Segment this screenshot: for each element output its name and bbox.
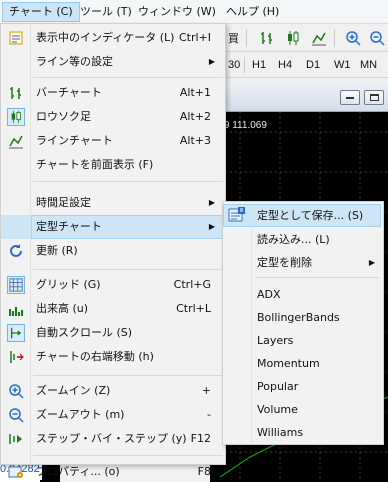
maximize-button[interactable]: [364, 90, 384, 105]
submenu-arrow-icon: ▶: [208, 222, 215, 231]
maximize-icon: [370, 94, 379, 101]
chart-shift-icon: [7, 348, 25, 366]
submenu-item-load-template[interactable]: 読み込み... (L): [223, 228, 383, 251]
menu-help[interactable]: ヘルプ (H): [220, 2, 285, 22]
chart-window-titlebar[interactable]: [210, 82, 388, 112]
menu-item-zoom-in[interactable]: ズームイン (Z) +: [1, 379, 225, 403]
timeframe-h4-button[interactable]: H4: [274, 55, 296, 75]
zoom-out-button[interactable]: [366, 27, 388, 49]
bar-chart-icon: [7, 84, 25, 102]
candlestick-button[interactable]: [282, 27, 304, 49]
timeframe-h1-button[interactable]: H1: [248, 55, 270, 75]
submenu-item-template[interactable]: ADX: [223, 283, 383, 306]
menu-chart[interactable]: チャート (C): [2, 2, 80, 22]
timeframe-separator: [244, 57, 245, 73]
minimize-button[interactable]: [340, 90, 360, 105]
timeframe-m30-button[interactable]: 30: [224, 55, 244, 75]
submenu-item-remove-template[interactable]: 定型を削除 ▶: [223, 251, 383, 274]
menu-item-timeframes[interactable]: 時間足設定 ▶: [1, 191, 225, 215]
timeframe-mn-button[interactable]: MN: [356, 55, 381, 75]
properties-icon: [7, 463, 25, 481]
menu-item-refresh[interactable]: 更新 (R): [1, 239, 225, 263]
line-chart-button[interactable]: [308, 27, 330, 49]
menu-separator: [255, 277, 379, 278]
zoom-out-icon: [7, 406, 25, 424]
menu-separator: [33, 455, 223, 456]
menu-window[interactable]: ウィンドウ (W): [132, 2, 222, 22]
menu-item-grid[interactable]: グリッド (G) Ctrl+G: [1, 273, 225, 297]
menu-separator: [33, 181, 223, 182]
line-chart-icon: [7, 132, 25, 150]
menu-item-chart-foreground[interactable]: チャートを前面表示 (F): [1, 153, 225, 177]
zoom-in-button[interactable]: [342, 27, 364, 49]
candlestick-icon: [7, 108, 25, 126]
menu-item-line-settings[interactable]: ライン等の設定 ▶: [1, 50, 225, 74]
submenu-arrow-icon: ▶: [208, 198, 215, 207]
save-template-icon: [228, 206, 246, 224]
bar-chart-icon: [261, 32, 272, 44]
minimize-icon: [346, 97, 354, 99]
submenu-item-template[interactable]: Momentum: [223, 352, 383, 375]
auto-scroll-icon: [7, 324, 25, 342]
menu-item-templates[interactable]: 定型チャート ▶: [1, 215, 225, 239]
zoom-in-icon: [7, 382, 25, 400]
submenu-item-template[interactable]: Popular: [223, 375, 383, 398]
template-submenu: 定型として保存... (S) 読み込み... (L) 定型を削除 ▶ ADX B…: [222, 201, 384, 445]
toolbar-clipped-label: 買: [228, 32, 239, 45]
line-chart-icon: [312, 32, 326, 46]
toolbar-separator: [246, 29, 247, 47]
menu-item-candlestick[interactable]: ロウソク足 Alt+2: [1, 105, 225, 129]
zoom-out-icon: [370, 31, 385, 46]
step-by-step-icon: [7, 430, 25, 448]
menu-item-step-by-step[interactable]: ステップ・バイ・ステップ (y) F12: [1, 427, 225, 451]
chart-menu-dropdown: 表示中のインディケータ (L) Ctrl+I ライン等の設定 ▶ バーチャート …: [0, 23, 226, 478]
menu-separator: [33, 77, 223, 78]
zoom-in-icon: [346, 31, 361, 46]
toolbar-separator: [334, 29, 335, 47]
timeframe-w1-button[interactable]: W1: [330, 55, 355, 75]
submenu-item-template[interactable]: BollingerBands: [223, 306, 383, 329]
menu-item-indicators[interactable]: 表示中のインディケータ (L) Ctrl+I: [1, 26, 225, 50]
indicator-list-icon: [7, 29, 25, 47]
menu-item-line-chart[interactable]: ラインチャート Alt+3: [1, 129, 225, 153]
candlestick-icon: [288, 31, 299, 45]
menu-separator: [33, 375, 223, 376]
bar-chart-button[interactable]: [256, 27, 278, 49]
submenu-arrow-icon: ▶: [368, 258, 375, 267]
submenu-item-template[interactable]: Layers: [223, 329, 383, 352]
menu-bar: チャート (C) ツール (T) ウィンドウ (W) ヘルプ (H): [0, 0, 388, 24]
menu-separator: [33, 269, 223, 270]
submenu-arrow-icon: ▶: [208, 57, 215, 66]
volume-icon: [7, 300, 25, 318]
submenu-item-template[interactable]: Williams: [223, 421, 383, 444]
menu-item-zoom-out[interactable]: ズームアウト (m) -: [1, 403, 225, 427]
menu-item-chart-shift[interactable]: チャートの右端移動 (h): [1, 345, 225, 369]
menu-item-auto-scroll[interactable]: 自動スクロール (S): [1, 321, 225, 345]
submenu-item-template[interactable]: Volume: [223, 398, 383, 421]
menu-tools[interactable]: ツール (T): [74, 2, 138, 22]
menu-item-bar-chart[interactable]: バーチャート Alt+1: [1, 81, 225, 105]
submenu-item-save-template[interactable]: 定型として保存... (S): [223, 204, 383, 227]
menu-item-volume[interactable]: 出来高 (u) Ctrl+L: [1, 297, 225, 321]
timeframe-d1-button[interactable]: D1: [302, 55, 324, 75]
menu-item-properties[interactable]: プロパティ... (o) F8: [1, 460, 225, 482]
refresh-icon: [7, 242, 25, 260]
grid-icon: [7, 276, 25, 294]
